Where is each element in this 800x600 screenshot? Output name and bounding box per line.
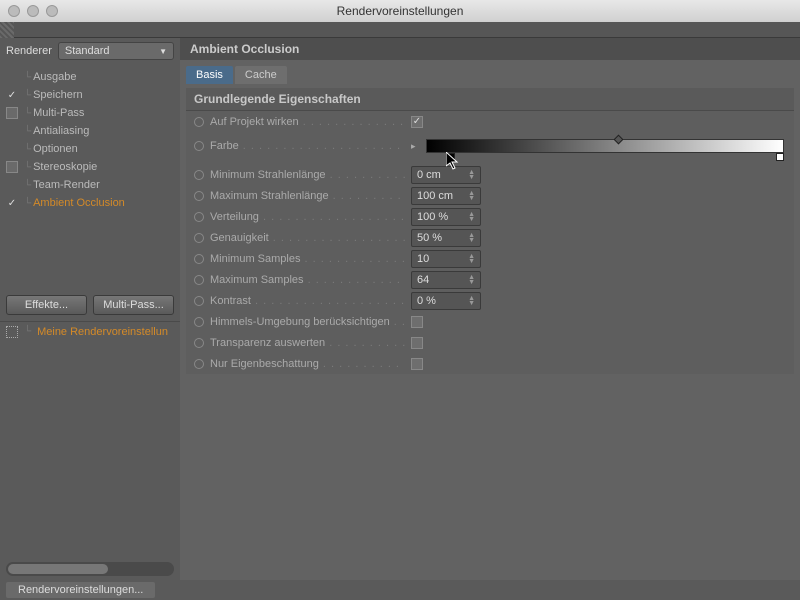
radio-icon[interactable] [194, 359, 204, 369]
multipass-button[interactable]: Multi-Pass... [93, 295, 174, 315]
renderer-label: Renderer [6, 45, 52, 57]
gradient-knot-icon[interactable] [614, 135, 624, 145]
radio-icon[interactable] [194, 233, 204, 243]
prop-eigen: Nur Eigenbeschattung [186, 353, 794, 374]
gradient-stop-black[interactable] [447, 153, 455, 161]
sidebar-item-antialiasing[interactable]: └Antialiasing [0, 122, 180, 140]
min-strahl-input[interactable]: 0 cm▲▼ [411, 166, 481, 184]
toolbar [0, 22, 800, 38]
radio-icon[interactable] [194, 191, 204, 201]
sidebar-item-stereoskopie[interactable]: └Stereoskopie [0, 158, 180, 176]
prop-auf-projekt: Auf Projekt wirken [186, 111, 794, 132]
radio-icon[interactable] [194, 170, 204, 180]
prop-kontrast: Kontrast 0 %▲▼ [186, 290, 794, 311]
spinner-icon[interactable]: ▲▼ [468, 191, 475, 201]
renderer-dropdown[interactable]: Standard ▼ [58, 42, 174, 60]
effects-button[interactable]: Effekte... [6, 295, 87, 315]
radio-icon[interactable] [194, 212, 204, 222]
checkbox-unchecked-icon[interactable] [6, 107, 18, 119]
sidebar-item-speichern[interactable]: └Speichern [0, 86, 180, 104]
expand-arrow-icon[interactable]: ▸ [411, 141, 416, 152]
prop-max-samples: Maximum Samples 64▲▼ [186, 269, 794, 290]
horizontal-scrollbar[interactable] [6, 562, 174, 576]
group-header: Grundlegende Eigenschaften [186, 88, 794, 111]
sidebar-item-ambient-occlusion[interactable]: └Ambient Occlusion [0, 194, 180, 212]
spinner-icon[interactable]: ▲▼ [468, 275, 475, 285]
prop-himmels: Himmels-Umgebung berücksichtigen [186, 311, 794, 332]
properties-group: Grundlegende Eigenschaften Auf Projekt w… [186, 88, 794, 374]
radio-icon[interactable] [194, 317, 204, 327]
titlebar: Rendervoreinstellungen [0, 0, 800, 22]
checkbox-checked-icon[interactable] [6, 89, 18, 101]
scrollbar-thumb[interactable] [8, 564, 108, 574]
gradient-stop-white[interactable] [776, 153, 784, 161]
sidebar-item-ausgabe[interactable]: └Ausgabe [0, 68, 180, 86]
sidebar-item-optionen[interactable]: └Optionen [0, 140, 180, 158]
min-samples-input[interactable]: 10▲▼ [411, 250, 481, 268]
spinner-icon[interactable]: ▲▼ [468, 254, 475, 264]
radio-icon[interactable] [194, 296, 204, 306]
prop-min-samples: Minimum Samples 10▲▼ [186, 248, 794, 269]
sidebar-item-team-render[interactable]: └Team-Render [0, 176, 180, 194]
prop-verteilung: Verteilung 100 %▲▼ [186, 206, 794, 227]
genauigkeit-input[interactable]: 50 %▲▼ [411, 229, 481, 247]
footer: Rendervoreinstellungen... [0, 580, 800, 600]
my-render-settings[interactable]: └ Meine Rendervoreinstellun [0, 321, 180, 342]
renderer-value: Standard [65, 45, 110, 57]
tabs: Basis Cache [180, 60, 800, 84]
radio-icon[interactable] [194, 254, 204, 264]
prop-farbe: Farbe ▸ [186, 132, 794, 160]
checkbox-checked-icon[interactable] [6, 197, 18, 209]
radio-icon[interactable] [194, 338, 204, 348]
himmels-checkbox[interactable] [411, 316, 423, 328]
prop-genauigkeit: Genauigkeit 50 %▲▼ [186, 227, 794, 248]
spinner-icon[interactable]: ▲▼ [468, 170, 475, 180]
max-strahl-input[interactable]: 100 cm▲▼ [411, 187, 481, 205]
max-samples-input[interactable]: 64▲▼ [411, 271, 481, 289]
sidebar: Renderer Standard ▼ └Ausgabe └Speichern … [0, 38, 180, 580]
spinner-icon[interactable]: ▲▼ [468, 296, 475, 306]
preset-icon [6, 326, 18, 338]
content-title: Ambient Occlusion [180, 38, 800, 60]
radio-icon[interactable] [194, 141, 204, 151]
tab-basis[interactable]: Basis [186, 66, 233, 84]
spinner-icon[interactable]: ▲▼ [468, 233, 475, 243]
transparenz-checkbox[interactable] [411, 337, 423, 349]
radio-icon[interactable] [194, 275, 204, 285]
spinner-icon[interactable]: ▲▼ [468, 212, 475, 222]
prop-transparenz: Transparenz auswerten [186, 332, 794, 353]
window-title: Rendervoreinstellungen [0, 4, 800, 18]
radio-icon[interactable] [194, 117, 204, 127]
footer-tab[interactable]: Rendervoreinstellungen... [6, 582, 155, 598]
color-gradient[interactable] [426, 139, 784, 153]
chevron-down-icon: ▼ [159, 47, 167, 56]
toolbar-grip-icon[interactable] [0, 22, 14, 38]
kontrast-input[interactable]: 0 %▲▼ [411, 292, 481, 310]
verteilung-input[interactable]: 100 %▲▼ [411, 208, 481, 226]
sidebar-item-multipass[interactable]: └Multi-Pass [0, 104, 180, 122]
prop-min-strahl: Minimum Strahlenlänge 0 cm▲▼ [186, 164, 794, 185]
checkbox-unchecked-icon[interactable] [6, 161, 18, 173]
content-panel: Ambient Occlusion Basis Cache Grundlegen… [180, 38, 800, 580]
prop-max-strahl: Maximum Strahlenlänge 100 cm▲▼ [186, 185, 794, 206]
settings-tree: └Ausgabe └Speichern └Multi-Pass └Antiali… [0, 64, 180, 289]
auf-projekt-checkbox[interactable] [411, 116, 423, 128]
tab-cache[interactable]: Cache [235, 66, 287, 84]
eigen-checkbox[interactable] [411, 358, 423, 370]
